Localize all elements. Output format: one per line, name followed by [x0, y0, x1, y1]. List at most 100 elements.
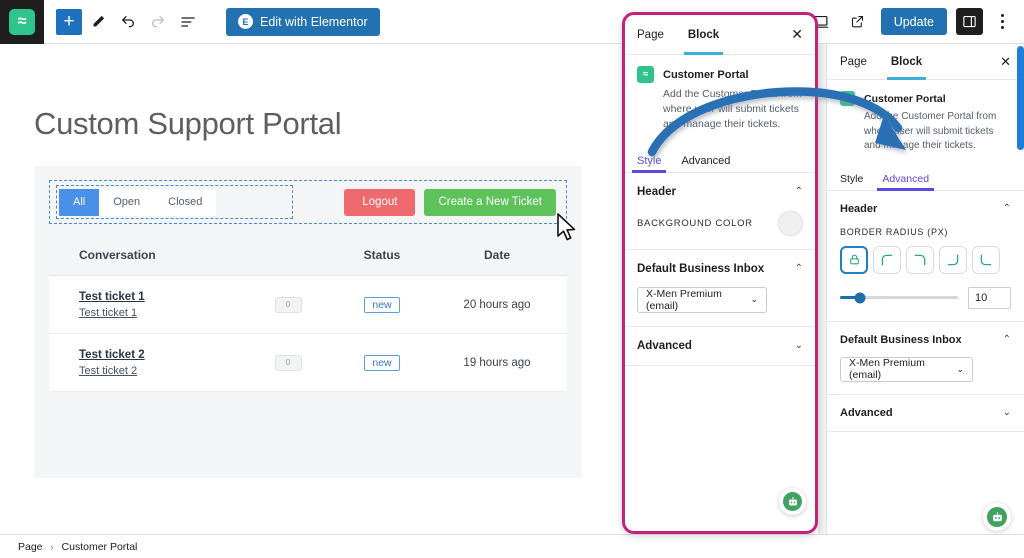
site-logo[interactable]: ≈	[0, 0, 44, 44]
update-button[interactable]: Update	[880, 8, 947, 35]
logout-button[interactable]: Logout	[344, 188, 416, 216]
column-header-date: Date	[483, 247, 510, 262]
lock-all-corners-icon[interactable]	[840, 245, 868, 274]
external-link-icon[interactable]	[844, 8, 872, 36]
border-radius-slider[interactable]	[840, 292, 958, 303]
sidebar-advanced-section-title: Advanced	[840, 406, 893, 419]
logo-icon: ≈	[9, 8, 35, 35]
list-view-icon[interactable]	[174, 8, 202, 36]
ticket-title-link[interactable]: Test ticket 1	[79, 291, 249, 303]
date-cell: 20 hours ago	[463, 298, 531, 311]
chat-bot-icon[interactable]	[779, 488, 806, 515]
date-cell: 19 hours ago	[463, 356, 531, 369]
close-icon[interactable]: ✕	[791, 26, 803, 43]
page-title: Custom Support Portal	[34, 106, 342, 141]
border-radius-input[interactable]	[968, 286, 1011, 309]
chevron-up-icon[interactable]: ⌃	[795, 263, 803, 274]
bottom-left-corner-icon[interactable]	[972, 245, 1000, 274]
sidebar-inbox-section-title: Default Business Inbox	[840, 333, 962, 346]
sidebar-block-name: Customer Portal	[864, 92, 946, 105]
overlay-tab-advanced[interactable]: Advanced	[681, 155, 730, 172]
status-cell: new	[327, 296, 437, 313]
count-cell: 0	[249, 354, 327, 371]
sidebar-section-inbox: Default Business Inbox ⌃ X-Men Premium (…	[827, 322, 1024, 395]
slider-handle[interactable]	[854, 292, 866, 303]
portal-toolbar-row: All Open Closed Logout Create a New Tick…	[49, 180, 567, 224]
reply-count-badge: 0	[274, 354, 302, 371]
sidebar-inbox-select[interactable]: X-Men Premium (email) ⌄	[840, 356, 973, 382]
portal-action-buttons: Logout Create a New Ticket	[344, 188, 560, 216]
customer-portal-block[interactable]: All Open Closed Logout Create a New Tick…	[34, 166, 582, 478]
overlay-inbox-select[interactable]: X-Men Premium (email) ⌄	[637, 286, 767, 313]
close-icon[interactable]: ✕	[1000, 54, 1011, 70]
bottom-breadcrumb-bar: Page › Customer Portal	[0, 534, 1024, 558]
conversation-cell: Test ticket 1 Test ticket 1	[49, 291, 249, 319]
table-row[interactable]: Test ticket 2 Test ticket 2 0 new 19 hou…	[49, 334, 567, 392]
filter-closed-button[interactable]: Closed	[154, 188, 217, 216]
ticket-subtitle-link[interactable]: Test ticket 2	[79, 365, 249, 377]
table-row[interactable]: Test ticket 1 Test ticket 1 0 new 20 hou…	[49, 276, 567, 334]
tab-block[interactable]: Block	[683, 15, 724, 55]
overlay-sub-tabs: Style Advanced	[625, 147, 815, 173]
sidebar-section-advanced[interactable]: Advanced ⌄	[827, 395, 1024, 432]
chevron-down-icon[interactable]: ⌄	[795, 340, 803, 351]
count-cell: 0	[249, 296, 327, 313]
mouse-cursor	[556, 213, 578, 248]
chevron-down-icon[interactable]: ⌄	[1003, 407, 1011, 418]
more-options-icon[interactable]	[992, 10, 1012, 34]
edit-with-elementor-button[interactable]: E Edit with Elementor	[226, 7, 380, 36]
background-color-swatch[interactable]	[778, 210, 803, 236]
sidebar-tab-page[interactable]: Page	[840, 44, 867, 80]
chevron-up-icon[interactable]: ⌃	[1003, 203, 1011, 214]
sidebar-block-info: ≈ Customer Portal Add the Customer Porta…	[827, 80, 1024, 154]
chevron-up-icon[interactable]: ⌃	[1003, 334, 1011, 345]
undo-icon[interactable]	[114, 8, 142, 36]
bottom-right-corner-icon[interactable]	[939, 245, 967, 274]
elementor-logo-icon: E	[238, 14, 253, 29]
ticket-title-link[interactable]: Test ticket 2	[79, 349, 249, 361]
sidebar-inbox-select-value: X-Men Premium (email)	[849, 357, 925, 381]
sidebar-tabs: Page Block ✕	[827, 44, 1024, 80]
chat-bot-icon[interactable]	[983, 503, 1011, 531]
sidebar-header-section-title: Header	[840, 202, 878, 215]
tickets-table-header: Conversation Status Date	[49, 234, 567, 276]
overlay-header-section-title: Header	[637, 185, 676, 198]
pencil-icon[interactable]	[84, 8, 112, 36]
top-toolbar: ≈ + E Edit with Elementor Update	[0, 0, 1024, 44]
sidebar-scrollbar[interactable]	[1017, 46, 1024, 150]
create-new-ticket-button[interactable]: Create a New Ticket	[424, 188, 556, 216]
filter-all-button[interactable]: All	[59, 188, 100, 216]
overlay-section-advanced[interactable]: Advanced ⌄	[625, 327, 815, 366]
overlay-tabs: Page Block ✕	[625, 15, 815, 55]
breadcrumb-customer-portal[interactable]: Customer Portal	[62, 541, 138, 553]
ticket-filter-group: All Open Closed	[56, 185, 293, 219]
chevron-down-icon: ⌄	[750, 294, 758, 305]
overlay-section-inbox: Default Business Inbox ⌃ X-Men Premium (…	[625, 250, 815, 327]
block-settings-sidebar: Page Block ✕ ≈ Customer Portal Add the C…	[826, 44, 1024, 534]
chevron-down-icon: ⌄	[956, 363, 964, 374]
settings-panel-icon[interactable]	[956, 8, 983, 35]
sidebar-tab-style[interactable]: Style	[840, 173, 863, 190]
customer-portal-icon: ≈	[840, 91, 855, 106]
overlay-inbox-section-title: Default Business Inbox	[637, 262, 765, 275]
sidebar-sub-tabs: Style Advanced	[827, 167, 1024, 191]
tickets-table: Conversation Status Date Test ticket 1 T…	[49, 234, 567, 392]
status-cell: new	[327, 354, 437, 371]
add-block-button[interactable]: +	[56, 8, 82, 35]
sidebar-tab-block[interactable]: Block	[886, 44, 927, 80]
border-radius-button-group	[840, 245, 1011, 274]
top-right-corner-icon[interactable]	[906, 245, 934, 274]
overlay-block-info: ≈ Customer Portal Add the Customer Porta…	[625, 55, 815, 133]
filter-open-button[interactable]: Open	[99, 188, 155, 216]
toolbar-left-group: + E Edit with Elementor	[44, 7, 380, 36]
ticket-subtitle-link[interactable]: Test ticket 1	[79, 307, 249, 319]
customer-portal-icon: ≈	[637, 66, 654, 83]
tab-page[interactable]: Page	[637, 15, 664, 55]
chevron-up-icon[interactable]: ⌃	[795, 186, 803, 197]
overlay-block-description: Add the Customer Portal from where user …	[663, 88, 802, 131]
overlay-tab-style[interactable]: Style	[631, 155, 668, 173]
sidebar-tab-advanced[interactable]: Advanced	[877, 173, 934, 191]
top-left-corner-icon[interactable]	[873, 245, 901, 274]
breadcrumb-page[interactable]: Page	[18, 541, 43, 553]
toolbar-right-group: Update	[807, 8, 1024, 36]
